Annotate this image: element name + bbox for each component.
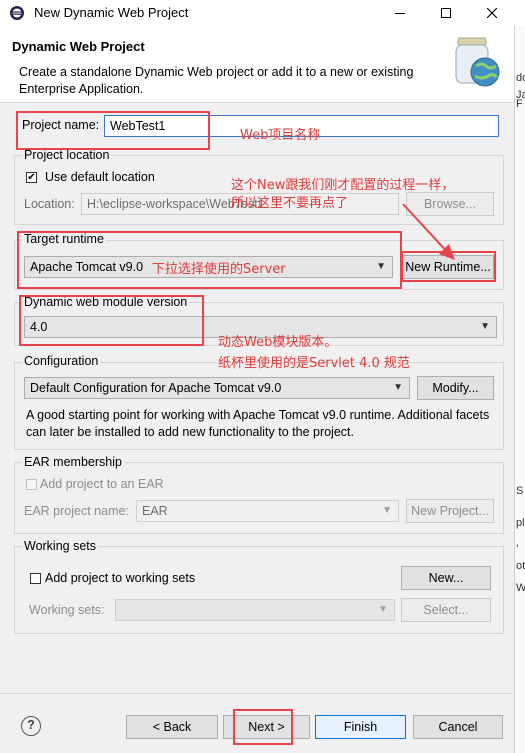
location-label: Location: — [24, 197, 75, 211]
eclipse-icon — [9, 5, 25, 24]
annotation-arrow — [402, 203, 455, 260]
working-sets-select[interactable]: ▼ — [115, 599, 395, 621]
working-sets-legend: Working sets — [22, 539, 99, 553]
strip-text: Wa — [516, 582, 525, 594]
page-description: Create a standalone Dynamic Web project … — [19, 65, 414, 96]
ear-project-name-value: EAR — [142, 504, 168, 518]
window-title: New Dynamic Web Project — [34, 5, 189, 20]
title-bar: New Dynamic Web Project — [0, 0, 525, 26]
ear-membership-group — [14, 462, 504, 534]
strip-text: do — [516, 72, 525, 84]
chevron-down-icon: ▼ — [378, 604, 388, 615]
annotation-version-note-line2: 纸杯里使用的是Servlet 4.0 规范 — [218, 356, 410, 371]
ear-membership-legend: EAR membership — [22, 455, 124, 469]
use-default-location-label: Use default location — [45, 170, 155, 184]
add-to-working-sets-label: Add project to working sets — [45, 571, 196, 585]
minimize-button[interactable] — [380, 0, 420, 26]
modify-button[interactable]: Modify... — [417, 376, 494, 400]
configuration-legend: Configuration — [22, 354, 101, 368]
use-default-location-checkbox[interactable]: ✔ — [26, 172, 37, 183]
configuration-description: A good starting point for working with A… — [26, 408, 490, 439]
add-to-ear-checkbox[interactable] — [26, 479, 37, 490]
configuration-select[interactable]: Default Configuration for Apache Tomcat … — [24, 377, 410, 399]
configuration-selected: Default Configuration for Apache Tomcat … — [30, 381, 282, 395]
new-working-set-button[interactable]: New... — [401, 566, 491, 590]
add-to-working-sets-checkbox[interactable] — [30, 573, 41, 584]
strip-text: S — [516, 485, 524, 497]
working-sets-label: Working sets: — [29, 603, 105, 617]
strip-text: , — [516, 537, 520, 549]
footer-divider — [0, 693, 514, 694]
finish-button[interactable]: Finish — [315, 715, 406, 739]
strip-text: F — [516, 98, 523, 110]
help-icon[interactable]: ? — [21, 716, 41, 736]
chevron-down-icon: ▼ — [393, 382, 403, 393]
strip-text: oti — [516, 560, 525, 572]
annotation-new-note-line2: 所以这里不要再点了 — [231, 196, 349, 211]
maximize-button[interactable] — [426, 0, 466, 26]
chevron-down-icon: ▼ — [382, 505, 392, 516]
new-ear-project-button[interactable]: New Project... — [406, 499, 494, 523]
page-title: Dynamic Web Project — [12, 39, 145, 54]
annotation-project-name-note: Web项目名称 — [240, 128, 321, 143]
annotation-box-next — [233, 709, 293, 745]
annotation-version-note-line1: 动态Web模块版本。 — [218, 335, 338, 350]
ear-project-name-label: EAR project name: — [24, 504, 129, 518]
annotation-box-project-name — [16, 111, 210, 150]
wizard-header: Dynamic Web Project Create a standalone … — [0, 26, 514, 103]
annotation-new-note-line1: 这个New跟我们刚才配置的过程一样， — [231, 178, 455, 193]
select-working-sets-button[interactable]: Select... — [401, 598, 491, 622]
project-location-legend: Project location — [22, 148, 112, 162]
ear-project-name-select[interactable]: EAR ▼ — [136, 500, 399, 522]
close-button[interactable] — [472, 0, 512, 26]
chevron-down-icon: ▼ — [480, 321, 490, 332]
web-project-jar-icon — [452, 36, 502, 97]
cancel-button[interactable]: Cancel — [413, 715, 503, 739]
annotation-box-module-version — [19, 295, 204, 346]
back-button[interactable]: < Back — [126, 715, 218, 739]
background-window-strip: do Ja F S ple , oti Wa — [514, 0, 525, 753]
add-to-ear-label: Add project to an EAR — [40, 477, 164, 491]
strip-text: ple — [516, 517, 525, 529]
annotation-runtime-note: 下拉选择使用的Server — [152, 262, 286, 277]
